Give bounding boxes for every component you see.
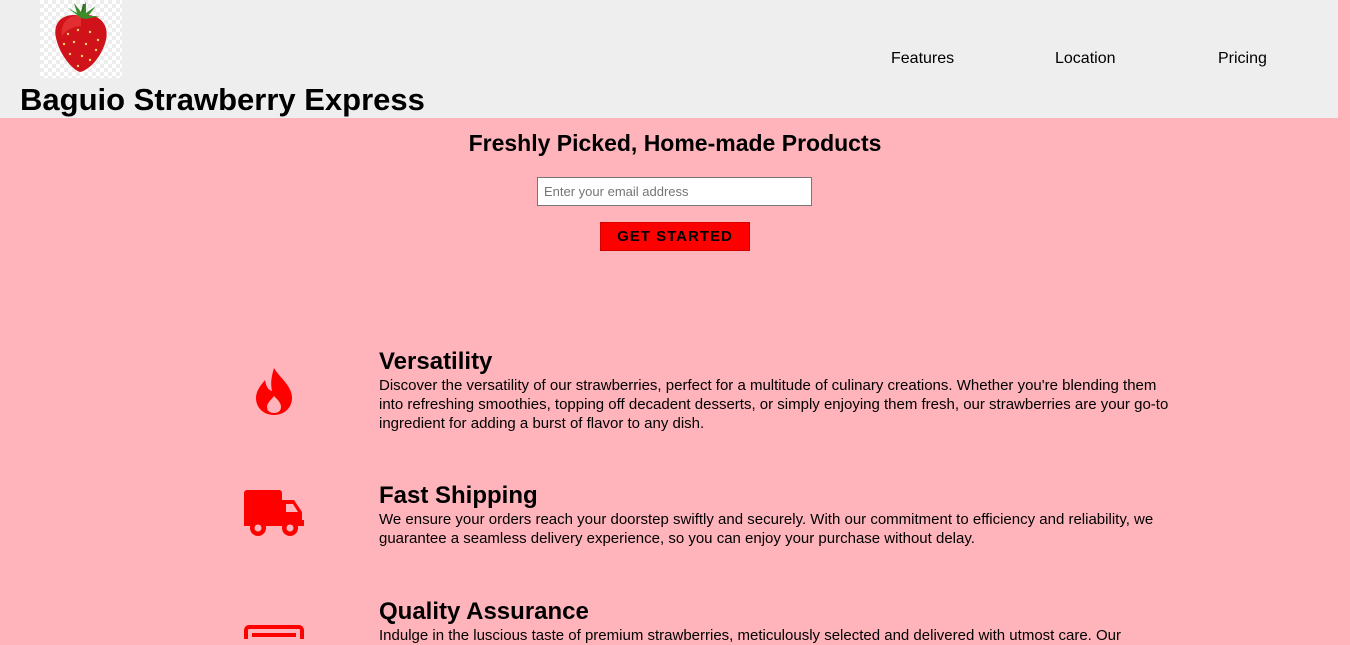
main-nav: Features Location Pricing	[0, 48, 1338, 70]
get-started-button[interactable]: GET STARTED	[600, 222, 750, 251]
feature-description: We ensure your orders reach your doorste…	[379, 511, 1154, 547]
email-input[interactable]	[537, 177, 812, 206]
feature-description: Indulge in the luscious taste of premium…	[379, 627, 1122, 644]
page-edge	[1338, 0, 1350, 118]
truck-icon	[244, 490, 306, 543]
feature-title: Versatility	[379, 348, 493, 375]
hero-title: Freshly Picked, Home-made Products	[468, 130, 882, 156]
fire-icon	[254, 366, 294, 421]
nav-link-features[interactable]: Features	[891, 48, 954, 70]
nav-link-location[interactable]: Location	[1055, 48, 1116, 70]
brand-title: Baguio Strawberry Express	[20, 82, 425, 117]
feature-title: Fast Shipping	[379, 482, 538, 509]
site-header: Baguio Strawberry Express Features Locat…	[0, 0, 1338, 118]
feature-title: Quality Assurance	[379, 598, 589, 625]
badge-icon	[244, 625, 304, 645]
feature-description: Discover the versatility of our strawber…	[379, 377, 1169, 432]
nav-link-pricing[interactable]: Pricing	[1218, 48, 1267, 70]
